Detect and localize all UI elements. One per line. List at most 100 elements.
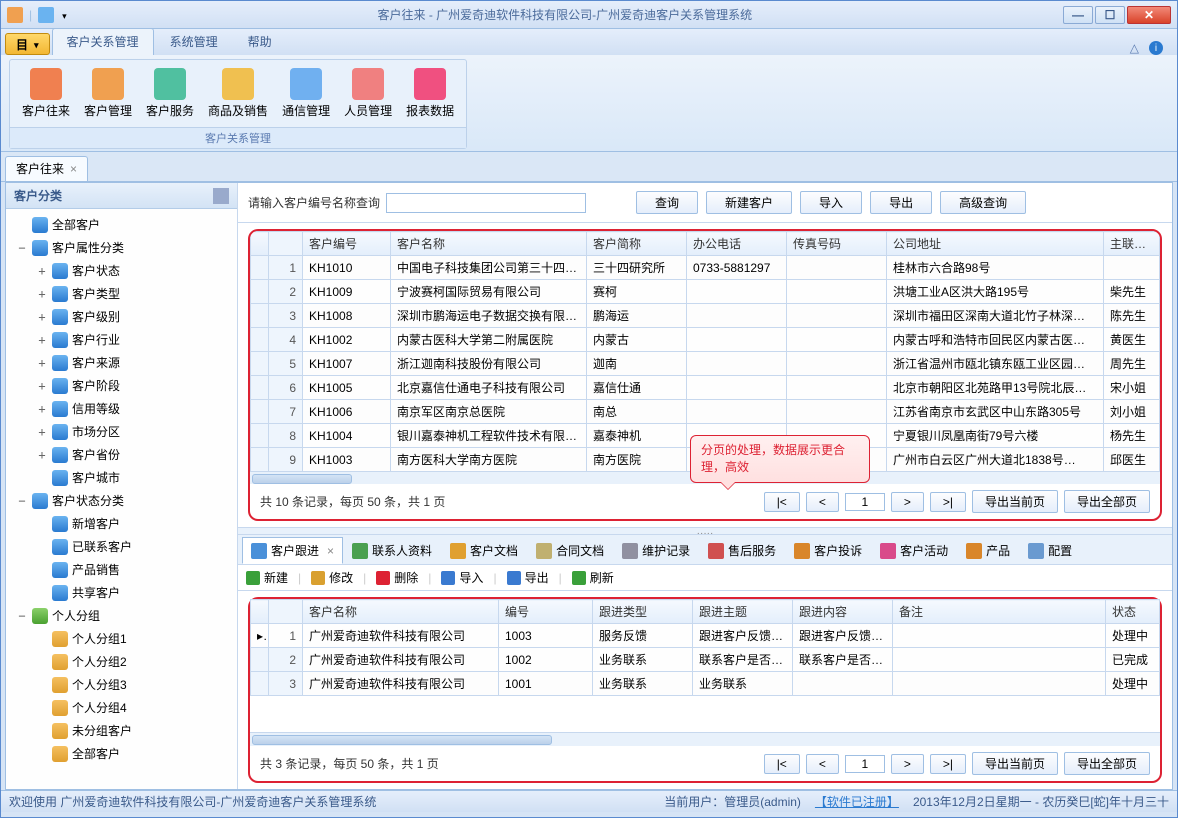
column-header[interactable]: 备注 [893,600,1106,624]
expand-icon[interactable] [36,678,48,692]
file-menu[interactable]: 目 [5,33,50,55]
detail-tab-7[interactable]: 客户活动 [871,537,957,564]
tree-node[interactable]: + 市场分区 [8,422,235,441]
search-input[interactable] [386,193,586,213]
cell[interactable]: 跟进客户反馈… [793,624,893,648]
expand-icon[interactable]: − [16,241,28,255]
expand-icon[interactable] [36,701,48,715]
cell[interactable]: KH1007 [303,352,391,376]
cell[interactable]: 桂林市六合路98号 [887,256,1104,280]
expand-icon[interactable] [36,747,48,761]
detail-tab-5[interactable]: 售后服务 [699,537,785,564]
detail-tab-9[interactable]: 配置 [1019,537,1081,564]
expand-icon[interactable] [36,563,48,577]
document-tab[interactable]: 客户往来 × [5,156,88,181]
table-row[interactable]: 6KH1005北京嘉信仕通电子科技有限公司嘉信仕通北京市朝阳区北苑路甲13号院北… [251,376,1160,400]
column-header[interactable]: 编号 [499,600,593,624]
cell[interactable]: 服务反馈 [593,624,693,648]
cell[interactable]: 广州爱奇迪软件科技有限公司 [303,624,499,648]
detail-tab-4[interactable]: 维护记录 [613,537,699,564]
detail-tab-2[interactable]: 客户文档 [441,537,527,564]
cell[interactable]: KH1008 [303,304,391,328]
prev-page-button[interactable]: < [806,492,839,512]
expand-icon[interactable] [16,218,28,232]
column-header[interactable]: 跟进类型 [593,600,693,624]
last-page-button-2[interactable]: >| [930,754,966,774]
expand-icon[interactable]: + [36,264,48,278]
expand-icon[interactable]: + [36,425,48,439]
cell[interactable]: 南京军区南京总医院 [391,400,587,424]
column-header[interactable]: 客户名称 [303,600,499,624]
expand-icon[interactable] [36,586,48,600]
cell[interactable]: 陈先生 [1104,304,1160,328]
cell[interactable]: 0733-5881297 [687,256,787,280]
tree-node[interactable]: 共享客户 [8,583,235,602]
cell[interactable]: 杨先生 [1104,424,1160,448]
toolbar-button-3[interactable]: 导入 [441,569,483,586]
toolbar-button-5[interactable]: 刷新 [572,569,614,586]
close-button[interactable] [1127,6,1171,24]
cell[interactable]: 联系客户是否… [793,648,893,672]
export-all-button-2[interactable]: 导出全部页 [1064,752,1150,775]
table-row[interactable]: 2KH1009宁波赛柯国际贸易有限公司赛柯洪塘工业A区洪大路195号柴先生 [251,280,1160,304]
export-all-button[interactable]: 导出全部页 [1064,490,1150,513]
page-input-2[interactable] [845,755,885,773]
horizontal-scrollbar-2[interactable] [250,732,1160,746]
cell[interactable] [687,328,787,352]
cell[interactable]: KH1009 [303,280,391,304]
cell[interactable]: KH1003 [303,448,391,472]
toolbar-button-0[interactable]: 新建 [246,569,288,586]
ribbon-tab-crm[interactable]: 客户关系管理 [52,28,154,55]
cell[interactable]: 内蒙古 [587,328,687,352]
tree-node[interactable]: 全部客户 [8,215,235,234]
column-header[interactable]: 办公电话 [687,232,787,256]
cell[interactable]: 业务联系 [593,672,693,696]
category-tree[interactable]: 全部客户 − 客户属性分类 + 客户状态 + 客户类型 + 客户级别 [6,209,237,789]
column-header[interactable]: 传真号码 [787,232,887,256]
detail-tab-8[interactable]: 产品 [957,537,1019,564]
cell[interactable]: 北京嘉信仕通电子科技有限公司 [391,376,587,400]
cell[interactable]: 嘉信仕通 [587,376,687,400]
column-header[interactable]: 客户名称 [391,232,587,256]
table-row[interactable]: 7KH1006南京军区南京总医院南总江苏省南京市玄武区中山东路305号刘小姐 [251,400,1160,424]
cell[interactable] [1104,256,1160,280]
table-row[interactable]: 2广州爱奇迪软件科技有限公司1002业务联系联系客户是否…联系客户是否…已完成 [251,648,1160,672]
cell[interactable]: KH1006 [303,400,391,424]
expand-icon[interactable] [36,517,48,531]
search-action-4[interactable]: 高级查询 [940,191,1026,214]
expand-icon[interactable]: + [36,333,48,347]
toolbar-button-4[interactable]: 导出 [507,569,549,586]
tree-node[interactable]: 客户城市 [8,468,235,487]
table-row[interactable]: 3KH1008深圳市鹏海运电子数据交换有限公司鹏海运深圳市福田区深南大道北竹子林… [251,304,1160,328]
expand-icon[interactable]: + [36,287,48,301]
cell[interactable]: 宋小姐 [1104,376,1160,400]
cell[interactable]: 宁夏银川凤凰南街79号六楼 [887,424,1104,448]
cell[interactable]: 处理中 [1106,624,1160,648]
next-page-button-2[interactable]: > [891,754,924,774]
expand-icon[interactable] [36,724,48,738]
tree-node[interactable]: + 客户省份 [8,445,235,464]
tree-node[interactable]: + 客户级别 [8,307,235,326]
cell[interactable]: 南方医科大学南方医院 [391,448,587,472]
column-header[interactable]: 客户简称 [587,232,687,256]
search-action-1[interactable]: 新建客户 [706,191,792,214]
followup-grid[interactable]: 客户名称编号跟进类型跟进主题跟进内容备注状态 ▸ 1广州爱奇迪软件科技有限公司1… [250,599,1160,696]
expand-icon[interactable]: − [16,494,28,508]
tree-node[interactable]: 全部客户 [8,744,235,763]
minimize-button[interactable] [1063,6,1093,24]
column-header[interactable]: 公司地址 [887,232,1104,256]
cell[interactable]: KH1004 [303,424,391,448]
cell[interactable]: 广州爱奇迪软件科技有限公司 [303,648,499,672]
tree-node[interactable]: + 信用等级 [8,399,235,418]
table-row[interactable]: 1KH1010中国电子科技集团公司第三十四研…三十四研究所0733-588129… [251,256,1160,280]
table-row[interactable]: ▸ 1广州爱奇迪软件科技有限公司1003服务反馈跟进客户反馈…跟进客户反馈…处理… [251,624,1160,648]
cell[interactable]: 深圳市福田区深南大道北竹子林深… [887,304,1104,328]
expand-icon[interactable]: + [36,379,48,393]
expand-icon[interactable] [36,632,48,646]
cell[interactable]: 跟进客户反馈… [693,624,793,648]
cell[interactable]: 刘小姐 [1104,400,1160,424]
tree-node[interactable]: 个人分组4 [8,698,235,717]
tree-node[interactable]: 未分组客户 [8,721,235,740]
cell[interactable] [687,280,787,304]
detail-tab-3[interactable]: 合同文档 [527,537,613,564]
